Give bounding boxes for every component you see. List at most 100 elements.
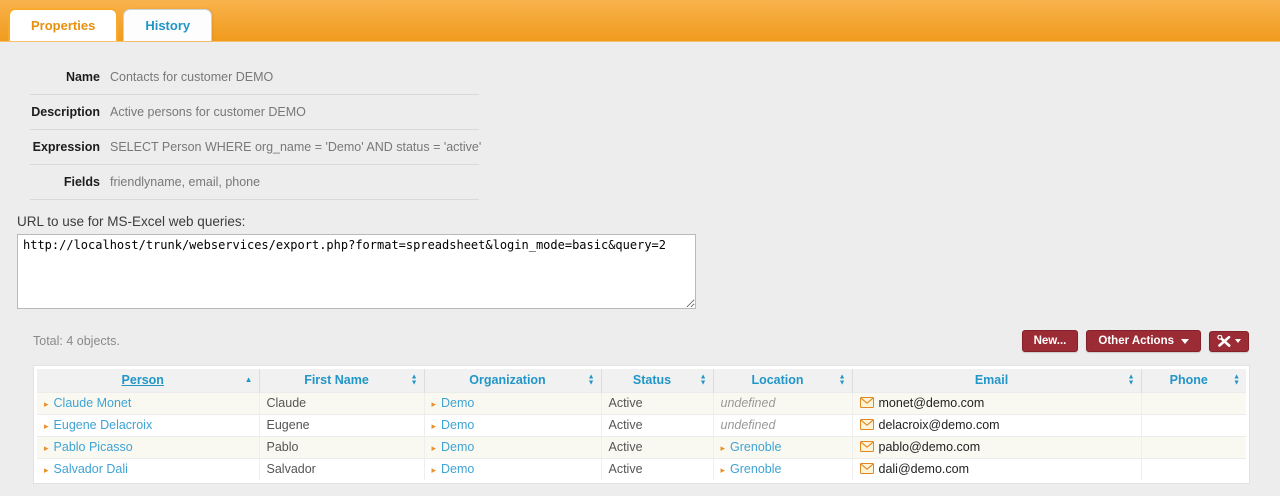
property-label: Name xyxy=(30,70,100,84)
sort-both-icon: ▲▼ xyxy=(1128,375,1135,386)
cell-email: monet@demo.com xyxy=(852,392,1141,414)
email-link[interactable]: monet@demo.com xyxy=(879,396,985,410)
cell-location: undefined xyxy=(713,414,852,436)
cell-person: ▸ Claude Monet xyxy=(37,392,259,414)
new-button[interactable]: New... xyxy=(1022,330,1079,352)
sort-both-icon: ▲▼ xyxy=(588,375,595,386)
tab-history[interactable]: History xyxy=(123,9,212,41)
location-link[interactable]: Grenoble xyxy=(730,440,781,454)
column-label: Phone xyxy=(1170,373,1208,387)
tools-icon xyxy=(1217,335,1232,348)
email-link[interactable]: delacroix@demo.com xyxy=(879,418,1000,432)
cell-location: ▸Grenoble xyxy=(713,436,852,458)
person-link[interactable]: Salvador Dali xyxy=(54,462,128,476)
cell-location: undefined xyxy=(713,392,852,414)
cell-first_name: Claude xyxy=(259,392,424,414)
column-header-phone[interactable]: Phone▲▼ xyxy=(1141,369,1246,392)
cell-email: pablo@demo.com xyxy=(852,436,1141,458)
cell-organization: ▸ Demo xyxy=(424,436,601,458)
cell-email: delacroix@demo.com xyxy=(852,414,1141,436)
cell-organization: ▸ Demo xyxy=(424,458,601,480)
item-arrow-icon: ▸ xyxy=(432,399,437,409)
cell-person: ▸ Salvador Dali xyxy=(37,458,259,480)
property-value: Contacts for customer DEMO xyxy=(110,70,273,84)
other-actions-label: Other Actions xyxy=(1098,335,1174,347)
cell-phone xyxy=(1141,436,1246,458)
tab-properties[interactable]: Properties xyxy=(8,8,118,41)
cell-phone xyxy=(1141,414,1246,436)
email-icon xyxy=(860,463,874,477)
property-row-name: Name Contacts for customer DEMO xyxy=(30,60,479,95)
location-link[interactable]: Grenoble xyxy=(730,462,781,476)
table-row: ▸ Pablo Picasso Pablo ▸ Demo Active▸Grenoble p… xyxy=(37,436,1246,458)
table-row: ▸ Claude Monet Claude ▸ Demo Active undefined m… xyxy=(37,392,1246,414)
item-arrow-icon: ▸ xyxy=(44,421,49,431)
column-label: Location xyxy=(751,373,803,387)
person-link[interactable]: Pablo Picasso xyxy=(54,440,133,454)
column-header-person[interactable]: Person▲ xyxy=(37,369,259,392)
cell-status: Active xyxy=(601,458,713,480)
property-value: SELECT Person WHERE org_name = 'Demo' AN… xyxy=(110,140,481,154)
person-link[interactable]: Eugene Delacroix xyxy=(54,418,153,432)
cell-person: ▸ Eugene Delacroix xyxy=(37,414,259,436)
property-row-description: Description Active persons for customer … xyxy=(30,95,479,130)
cell-phone xyxy=(1141,392,1246,414)
list-toolbar: Total: 4 objects. New... Other Actions xyxy=(33,330,1249,352)
item-arrow-icon: ▸ xyxy=(721,465,726,475)
property-label: Fields xyxy=(30,175,100,189)
column-label: Person xyxy=(122,373,164,387)
sort-both-icon: ▲▼ xyxy=(839,375,846,386)
cell-organization: ▸ Demo xyxy=(424,414,601,436)
cell-first_name: Pablo xyxy=(259,436,424,458)
total-objects-label: Total: 4 objects. xyxy=(33,334,120,348)
email-icon xyxy=(860,441,874,455)
caret-down-icon xyxy=(1181,339,1189,344)
person-link[interactable]: Claude Monet xyxy=(54,396,132,410)
column-header-status[interactable]: Status▲▼ xyxy=(601,369,713,392)
new-button-label: New... xyxy=(1034,335,1067,347)
results-table-container: Person▲First Name▲▼Organization▲▼Status▲… xyxy=(33,365,1250,484)
undefined-value: undefined xyxy=(721,396,776,410)
item-arrow-icon: ▸ xyxy=(432,443,437,453)
item-arrow-icon: ▸ xyxy=(44,465,49,475)
tab-bar: Properties History xyxy=(0,0,1280,42)
cell-person: ▸ Pablo Picasso xyxy=(37,436,259,458)
excel-url-label: URL to use for MS-Excel web queries: xyxy=(17,214,1280,229)
organization-link[interactable]: Demo xyxy=(441,396,474,410)
property-label: Expression xyxy=(30,140,100,154)
column-header-location[interactable]: Location ▲▼ xyxy=(713,369,852,392)
property-row-expression: Expression SELECT Person WHERE org_name … xyxy=(30,130,479,165)
results-table: Person▲First Name▲▼Organization▲▼Status▲… xyxy=(37,369,1246,480)
excel-url-textarea[interactable]: http://localhost/trunk/webservices/expor… xyxy=(17,234,696,309)
other-actions-button[interactable]: Other Actions xyxy=(1086,330,1201,352)
organization-link[interactable]: Demo xyxy=(441,418,474,432)
column-label: Organization xyxy=(469,373,545,387)
cell-first_name: Eugene xyxy=(259,414,424,436)
email-link[interactable]: dali@demo.com xyxy=(879,462,970,476)
property-value: friendlyname, email, phone xyxy=(110,175,260,189)
tab-properties-label: Properties xyxy=(31,18,95,33)
column-header-email[interactable]: Email ▲▼ xyxy=(852,369,1141,392)
item-arrow-icon: ▸ xyxy=(432,421,437,431)
email-link[interactable]: pablo@demo.com xyxy=(879,440,981,454)
table-header-row: Person▲First Name▲▼Organization▲▼Status▲… xyxy=(37,369,1246,392)
item-arrow-icon: ▸ xyxy=(432,465,437,475)
caret-down-icon xyxy=(1235,339,1241,343)
column-header-first_name[interactable]: First Name▲▼ xyxy=(259,369,424,392)
cell-first_name: Salvador xyxy=(259,458,424,480)
table-row: ▸ Salvador Dali Salvador ▸ Demo Active ▸ Grenob… xyxy=(37,458,1246,480)
cell-status: Active xyxy=(601,392,713,414)
email-icon xyxy=(860,419,874,433)
property-label: Description xyxy=(30,105,100,119)
column-label: Email xyxy=(975,373,1008,387)
column-header-organization[interactable]: Organization ▲▼ xyxy=(424,369,601,392)
tools-menu-button[interactable] xyxy=(1209,331,1249,352)
item-arrow-icon: ▸ xyxy=(44,443,49,453)
organization-link[interactable]: Demo xyxy=(441,440,474,454)
email-icon xyxy=(860,397,874,411)
column-label: First Name xyxy=(304,373,369,387)
organization-link[interactable]: Demo xyxy=(441,462,474,476)
item-arrow-icon: ▸ xyxy=(44,399,49,409)
cell-status: Active xyxy=(601,436,713,458)
property-row-fields: Fields friendlyname, email, phone xyxy=(30,165,479,200)
